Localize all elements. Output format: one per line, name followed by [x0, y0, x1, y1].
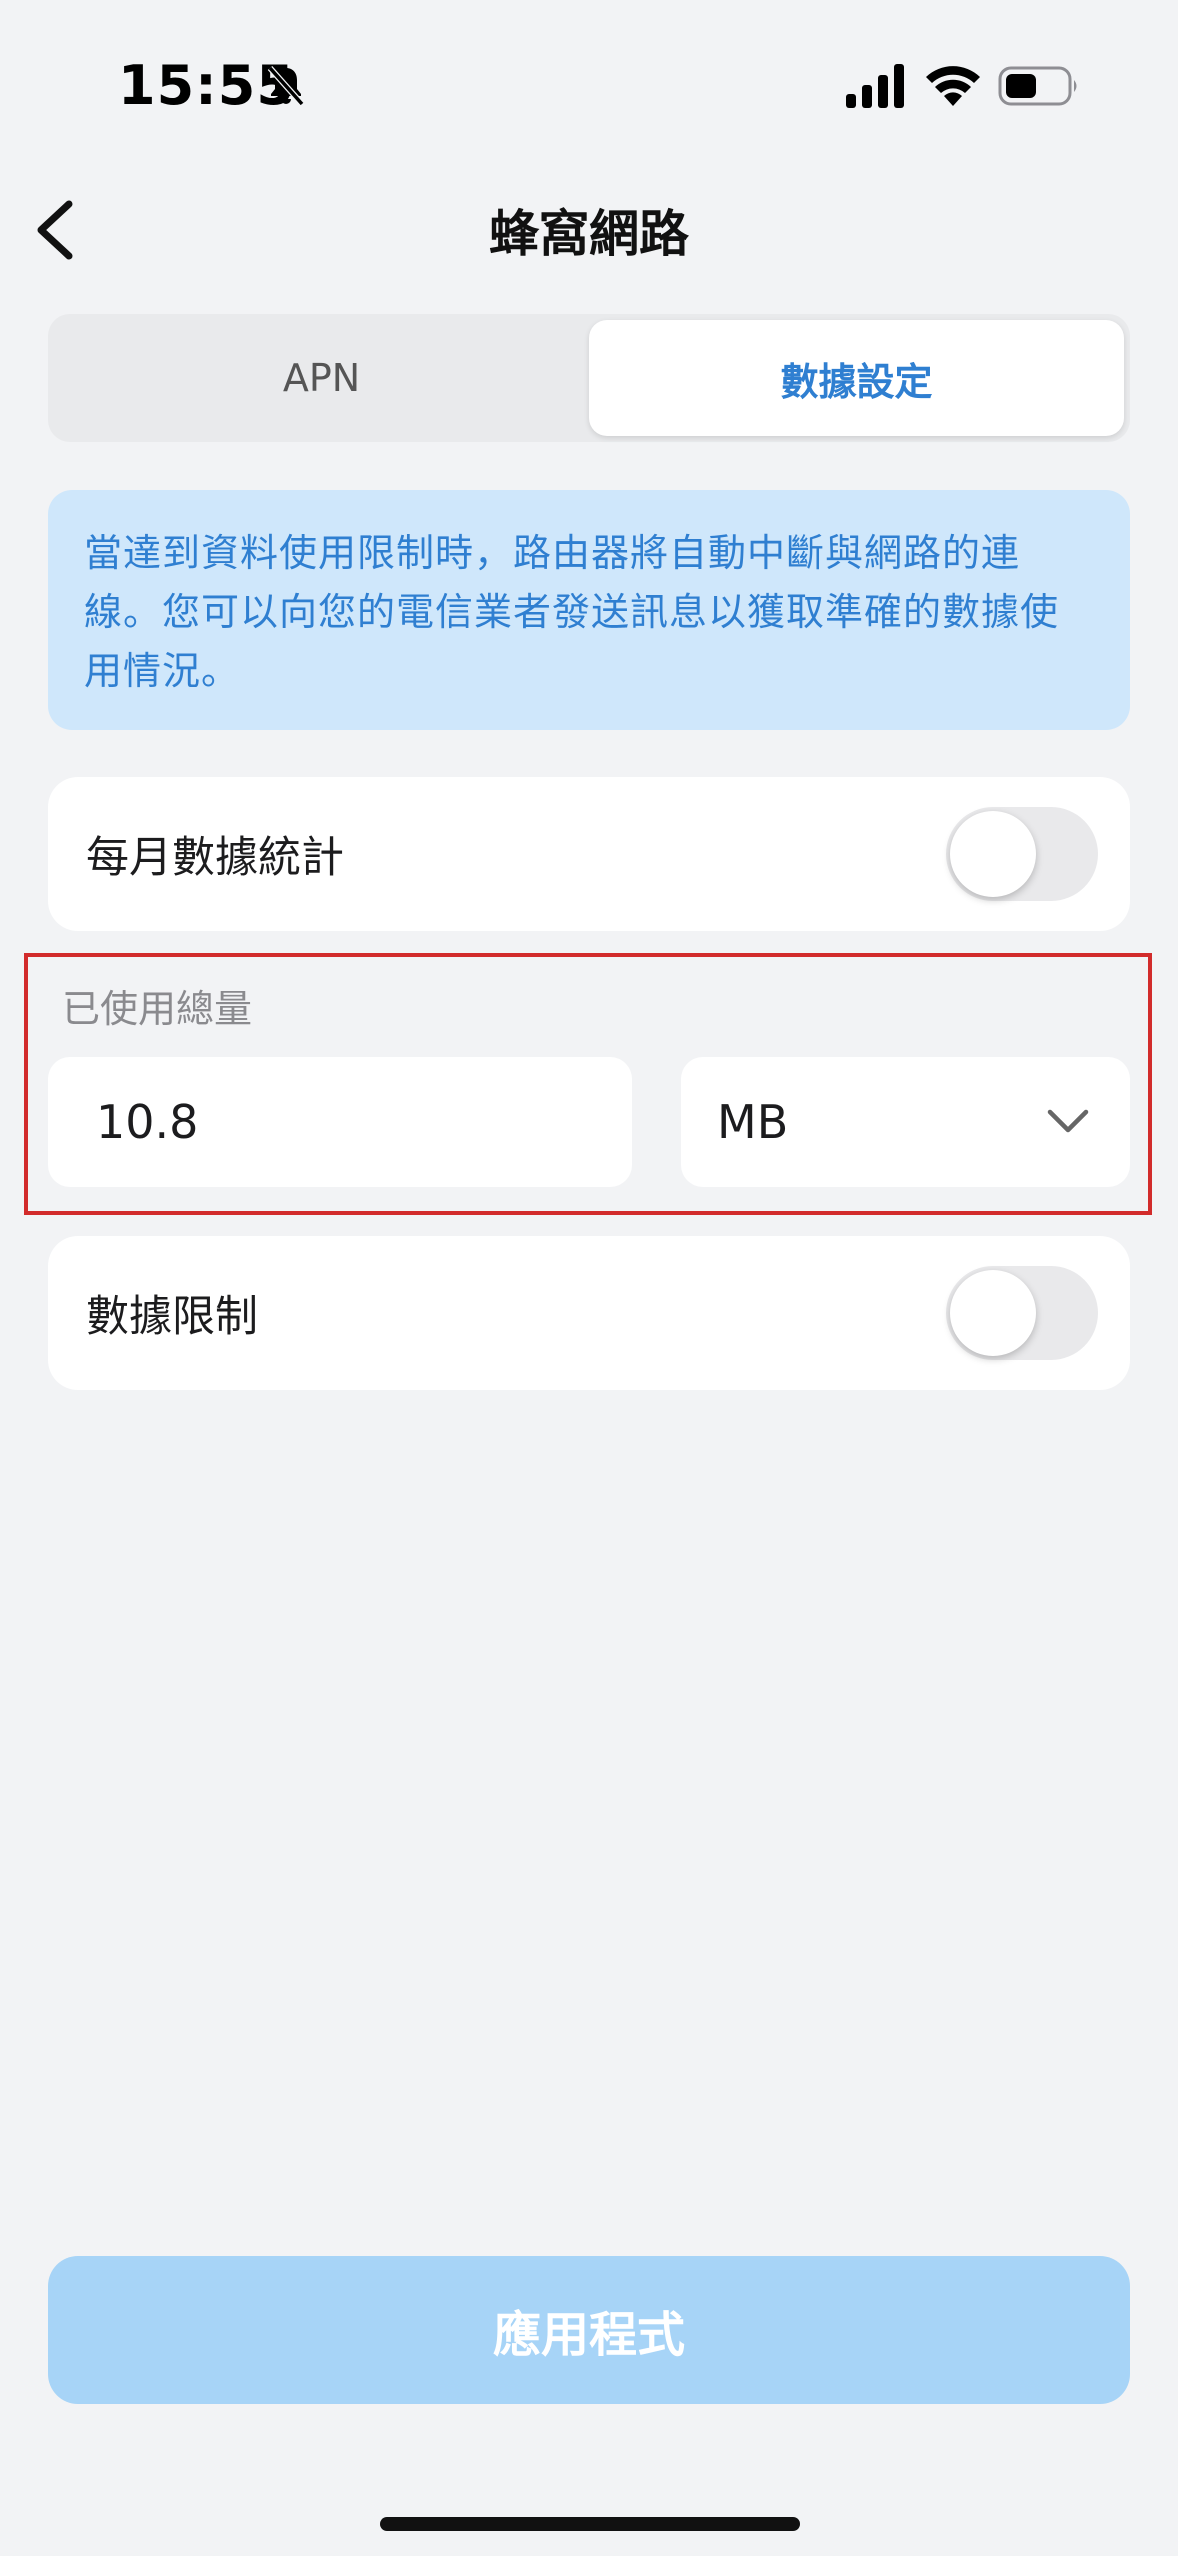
data-limit-toggle[interactable]: [946, 1266, 1098, 1360]
tab-bar: APN 數據設定: [48, 314, 1130, 442]
chevron-down-icon: [1047, 1109, 1089, 1133]
unit-selected-value: MB: [717, 1095, 789, 1149]
monthly-stats-label: 每月數據統計: [86, 833, 344, 883]
tab-data-settings[interactable]: 數據設定: [589, 320, 1124, 436]
toggle-knob: [950, 1270, 1036, 1356]
page-title: 蜂窩網路: [489, 205, 689, 263]
info-banner: 當達到資料使用限制時，路由器將自動中斷與網路的連線。您可以向您的電信業者發送訊息…: [48, 490, 1130, 730]
unit-dropdown[interactable]: MB: [681, 1057, 1130, 1187]
toggle-knob: [950, 811, 1036, 897]
cellular-signal-icon: [846, 64, 904, 108]
monthly-stats-toggle[interactable]: [946, 807, 1098, 901]
data-limit-label: 數據限制: [86, 1292, 258, 1342]
used-total-input[interactable]: 10.8: [48, 1057, 632, 1187]
wifi-icon: [926, 66, 980, 106]
battery-icon: [998, 66, 1077, 106]
home-indicator[interactable]: [380, 2517, 800, 2531]
data-limit-row: 數據限制: [48, 1236, 1130, 1390]
used-total-value: 10.8: [96, 1095, 199, 1149]
status-bar: 15:55: [0, 0, 1178, 160]
screen: 15:55 蜂窩網路 APN 數據設定 當達到資料使用限制時，路由器將自動中斷與…: [0, 0, 1178, 2556]
monthly-stats-row: 每月數據統計: [48, 777, 1130, 931]
apply-button[interactable]: 應用程式: [48, 2256, 1130, 2404]
tab-apn[interactable]: APN: [54, 320, 589, 436]
used-total-caption: 已使用總量: [62, 987, 253, 1031]
muted-bell-icon: [267, 66, 305, 106]
